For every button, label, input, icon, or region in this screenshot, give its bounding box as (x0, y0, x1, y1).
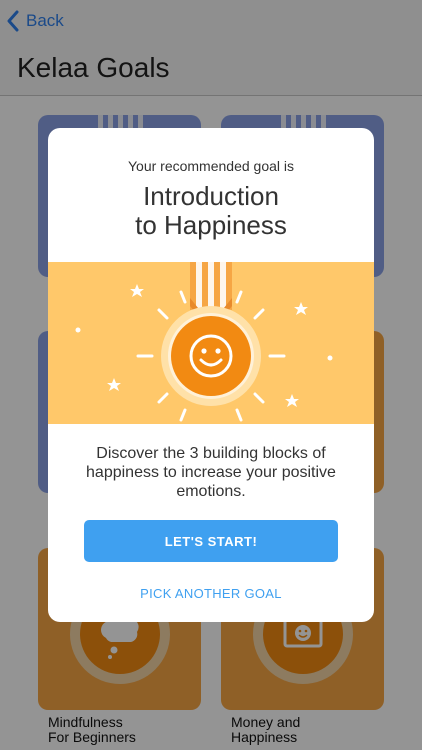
dialog-kicker: Your recommended goal is (127, 158, 295, 174)
goal-hero-illustration (48, 262, 374, 424)
recommended-goal-title: Introduction to Happiness (135, 181, 287, 240)
lets-start-button[interactable]: LET'S START! (84, 520, 338, 562)
goal-description: Discover the 3 building blocks of happin… (86, 445, 336, 500)
smiley-medal-icon (75, 262, 333, 422)
pick-another-goal-link[interactable]: PICK ANOTHER GOAL (48, 586, 374, 601)
recommended-goal-dialog: Your recommended goal is Introduction to… (48, 128, 374, 622)
